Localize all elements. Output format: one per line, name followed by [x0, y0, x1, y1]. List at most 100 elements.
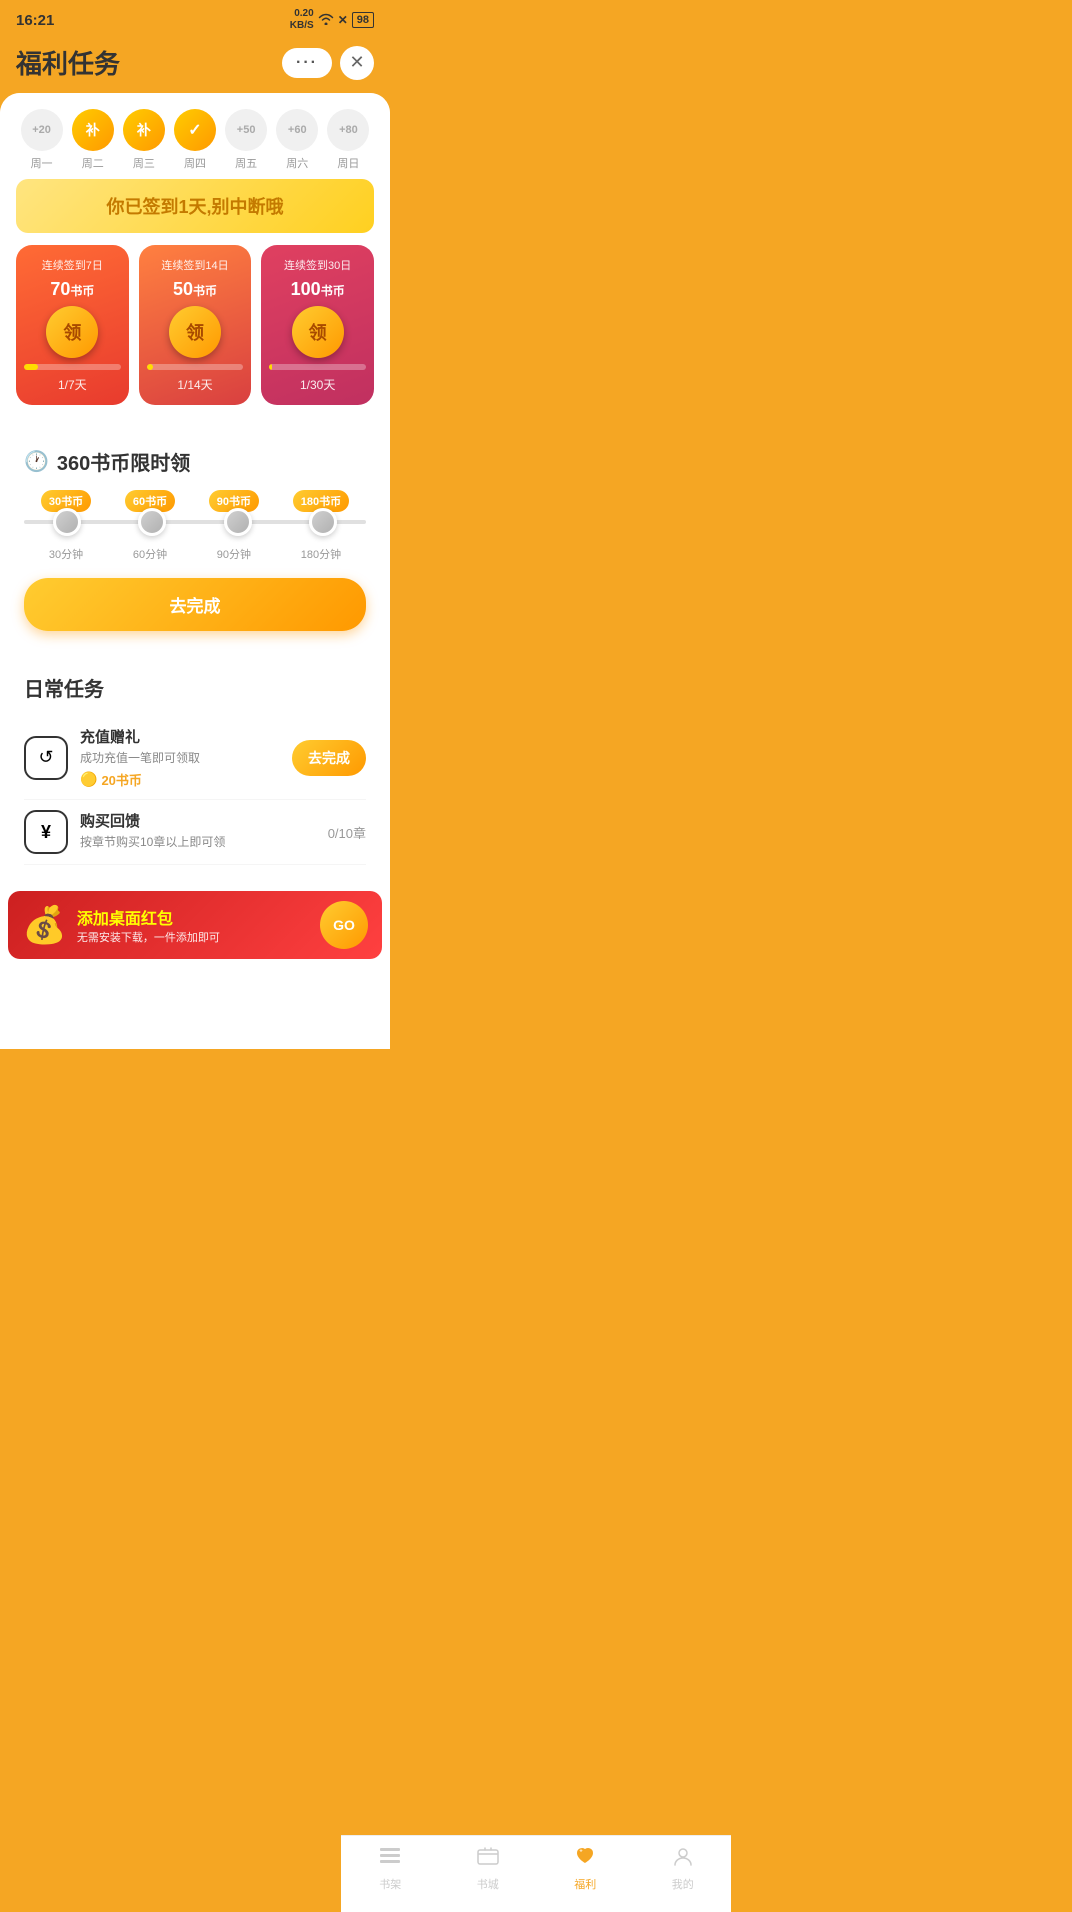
task-reward-text-recharge: 20书币 — [101, 770, 141, 789]
timer-node-2 — [138, 508, 166, 536]
signal-icon: ✕ — [338, 13, 348, 27]
day-label-2: 周二 — [82, 155, 104, 171]
bottom-nav: 书架 书城 福利 我的 — [341, 1835, 731, 1912]
consec-btn-3[interactable]: 领 — [292, 306, 344, 358]
task-name-recharge: 充值赠礼 — [80, 726, 280, 747]
timer-track-container — [24, 520, 366, 524]
nav-label-bookstore: 书城 — [477, 1876, 499, 1892]
banner-ad-subtitle: 无需安装下载，一件添加即可 — [77, 929, 320, 945]
timer-node-3 — [224, 508, 252, 536]
consec-btn-2[interactable]: 领 — [169, 306, 221, 358]
day-item-1: +20 周一 — [21, 109, 63, 171]
recharge-icon: ↺ — [24, 736, 68, 780]
task-desc-purchase: 按章节购买10章以上即可领 — [80, 833, 316, 850]
consec-title-2: 连续签到14日 — [161, 257, 228, 273]
timer-nodes — [24, 508, 366, 536]
day-coin-2: 补 — [72, 109, 114, 151]
battery-icon: 98 — [352, 12, 374, 28]
day-label-6: 周六 — [286, 155, 308, 171]
task-progress-purchase: 0/10章 — [328, 823, 366, 842]
consec-days-2: 1/14天 — [177, 376, 212, 393]
consecutive-row: 连续签到7日 70书币 领 1/7天 连续签到14日 50书币 领 — [16, 245, 374, 405]
welfare-icon — [573, 1846, 597, 1872]
task-info-recharge: 充值赠礼 成功充值一笔即可领取 🟡 20书币 — [80, 726, 280, 789]
day-coin-6: +60 — [276, 109, 318, 151]
banner-ad-image: 💰 — [22, 904, 67, 946]
consec-reward-1: 70书币 — [50, 279, 94, 300]
sign-banner: 你已签到1天,别中断哦 — [16, 179, 374, 233]
task-action-recharge[interactable]: 去完成 — [292, 740, 366, 776]
timer-time-2: 60分钟 — [133, 546, 167, 562]
consec-title-3: 连续签到30日 — [284, 257, 351, 273]
day-label-5: 周五 — [235, 155, 257, 171]
task-item-recharge: ↺ 充值赠礼 成功充值一笔即可领取 🟡 20书币 去完成 — [24, 716, 366, 800]
consec-progress-bar-1 — [24, 364, 121, 370]
daily-section: 日常任务 ↺ 充值赠礼 成功充值一笔即可领取 🟡 20书币 去完成 ¥ — [8, 657, 382, 881]
day-item-6: +60 周六 — [276, 109, 318, 171]
timer-section: 🕐 360书币限时领 30书币 60书币 90书币 180书币 30分钟 — [8, 431, 382, 647]
nav-item-welfare[interactable]: 福利 — [573, 1846, 597, 1892]
timer-header: 🕐 360书币限时领 — [24, 447, 366, 476]
timer-complete-button[interactable]: 去完成 — [24, 578, 366, 631]
consecutive-card-7: 连续签到7日 70书币 领 1/7天 — [16, 245, 129, 405]
signin-section: +20 周一 补 周二 补 周三 ✓ 周四 — [0, 93, 390, 421]
page-title: 福利任务 — [16, 44, 120, 81]
banner-ad: 💰 添加桌面红包 无需安装下载，一件添加即可 GO — [8, 891, 382, 959]
day-row: +20 周一 补 周二 补 周三 ✓ 周四 — [16, 109, 374, 171]
status-right: 0.20KB/S ✕ 98 — [290, 8, 374, 32]
purchase-icon: ¥ — [24, 810, 68, 854]
nav-item-bookshelf[interactable]: 书架 — [378, 1846, 402, 1892]
consec-progress-bar-2 — [147, 364, 244, 370]
consec-progress-fill-1 — [24, 364, 38, 370]
nav-label-bookshelf: 书架 — [379, 1876, 401, 1892]
day-item-4: ✓ 周四 — [174, 109, 216, 171]
mine-icon — [672, 1846, 694, 1872]
task-desc-recharge: 成功充值一笔即可领取 — [80, 749, 280, 766]
nav-item-mine[interactable]: 我的 — [672, 1846, 694, 1892]
day-coin-7: +80 — [327, 109, 369, 151]
consec-days-3: 1/30天 — [300, 376, 335, 393]
network-speed: 0.20KB/S — [290, 8, 314, 32]
day-item-2[interactable]: 补 周二 — [72, 109, 114, 171]
daily-title: 日常任务 — [24, 673, 366, 702]
more-button[interactable]: ··· — [282, 48, 332, 78]
bookstore-icon — [477, 1846, 499, 1872]
consec-btn-1[interactable]: 领 — [46, 306, 98, 358]
task-reward-recharge: 🟡 20书币 — [80, 770, 280, 789]
day-label-3: 周三 — [133, 155, 155, 171]
day-item-3[interactable]: 补 周三 — [123, 109, 165, 171]
day-item-5: +50 周五 — [225, 109, 267, 171]
timer-time-4: 180分钟 — [301, 546, 341, 562]
timer-time-3: 90分钟 — [217, 546, 251, 562]
timer-node-1 — [53, 508, 81, 536]
task-name-purchase: 购买回馈 — [80, 810, 316, 831]
consec-progress-fill-3 — [269, 364, 272, 370]
banner-ad-go-button[interactable]: GO — [320, 901, 368, 949]
main-content: +20 周一 补 周二 补 周三 ✓ 周四 — [0, 93, 390, 1049]
consec-title-1: 连续签到7日 — [42, 257, 103, 273]
coin-icon-recharge: 🟡 — [80, 771, 97, 788]
nav-item-bookstore[interactable]: 书城 — [477, 1846, 499, 1892]
timer-title: 360书币限时领 — [57, 447, 190, 476]
consec-progress-bar-3 — [269, 364, 366, 370]
header-actions: ··· ✕ — [282, 46, 374, 80]
bookshelf-icon — [378, 1846, 402, 1872]
consecutive-card-30: 连续签到30日 100书币 领 1/30天 — [261, 245, 374, 405]
task-item-purchase: ¥ 购买回馈 按章节购买10章以上即可领 0/10章 — [24, 800, 366, 865]
timer-node-4 — [309, 508, 337, 536]
consec-reward-3: 100书币 — [291, 279, 345, 300]
status-time: 16:21 — [16, 12, 54, 29]
nav-label-welfare: 福利 — [574, 1876, 596, 1892]
day-label-7: 周日 — [337, 155, 359, 171]
status-bar: 16:21 0.20KB/S ✕ 98 — [0, 0, 390, 36]
consec-days-1: 1/7天 — [58, 376, 87, 393]
consecutive-card-14: 连续签到14日 50书币 领 1/14天 — [139, 245, 252, 405]
close-button[interactable]: ✕ — [340, 46, 374, 80]
day-coin-3: 补 — [123, 109, 165, 151]
day-coin-5: +50 — [225, 109, 267, 151]
nav-label-mine: 我的 — [672, 1876, 694, 1892]
day-coin-1: +20 — [21, 109, 63, 151]
consec-reward-2: 50书币 — [173, 279, 217, 300]
timer-clock-icon: 🕐 — [24, 449, 49, 474]
day-coin-4: ✓ — [174, 109, 216, 151]
